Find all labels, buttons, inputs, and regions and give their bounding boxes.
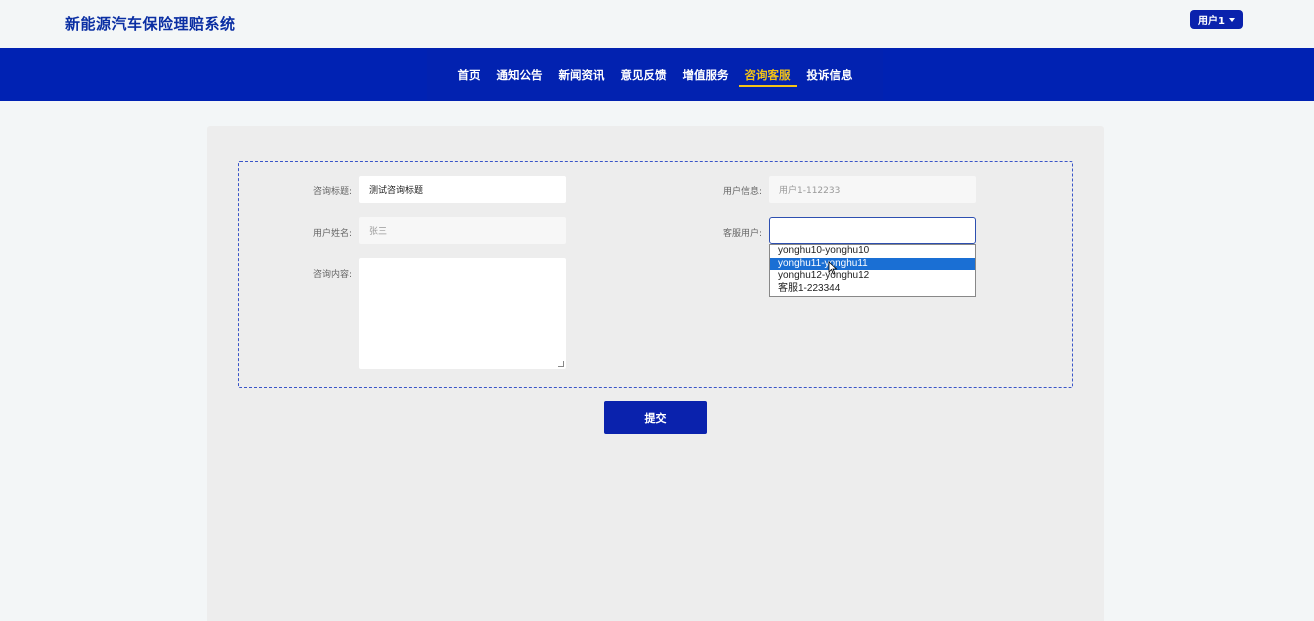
nav-item-news[interactable]: 新闻资讯	[551, 48, 613, 101]
user-info-label: 用户信息:	[722, 187, 762, 197]
resize-handle-icon[interactable]	[558, 361, 564, 367]
user-name-label: 用户姓名:	[312, 229, 352, 239]
submit-button[interactable]: 提交	[604, 401, 707, 434]
mouse-pointer-icon	[828, 261, 838, 275]
nav-menu: 首页 通知公告 新闻资讯 意见反馈 增值服务 咨询客服 投诉信息	[427, 48, 883, 101]
service-user-select[interactable]	[769, 217, 976, 244]
user-name-field[interactable]: 张三	[359, 217, 566, 244]
site-title: 新能源汽车保险理赔系统	[65, 15, 236, 33]
nav-item-complaints[interactable]: 投诉信息	[799, 48, 861, 101]
nav-item-value-added[interactable]: 增值服务	[675, 48, 737, 101]
service-user-label: 客服用户:	[722, 229, 762, 239]
content-textarea[interactable]	[359, 258, 566, 369]
dropdown-option[interactable]: 客服1-223344	[770, 283, 975, 296]
nav-item-notices[interactable]: 通知公告	[489, 48, 551, 101]
dropdown-option-highlighted[interactable]: yonghu11-yonghu11	[770, 257, 975, 270]
nav-item-feedback[interactable]: 意见反馈	[613, 48, 675, 101]
service-user-dropdown: yonghu10-yonghu10 yonghu11-yonghu11 yong…	[769, 244, 976, 297]
dropdown-option[interactable]: yonghu10-yonghu10	[770, 245, 975, 258]
title-label: 咨询标题:	[312, 187, 352, 197]
main-navbar: 首页 通知公告 新闻资讯 意见反馈 增值服务 咨询客服 投诉信息	[0, 48, 1314, 101]
nav-item-consult-service[interactable]: 咨询客服	[737, 48, 799, 101]
title-input[interactable]: 测试咨询标题	[359, 176, 566, 203]
user-info-field[interactable]: 用户1-112233	[769, 176, 976, 203]
caret-down-icon	[1228, 17, 1235, 22]
user-menu-button[interactable]: 用户1	[1190, 10, 1243, 29]
top-header: 新能源汽车保险理赔系统 用户1	[0, 0, 1314, 48]
nav-item-home[interactable]: 首页	[450, 48, 489, 101]
dropdown-option[interactable]: yonghu12-yonghu12	[770, 270, 975, 283]
content-label: 咨询内容:	[312, 270, 352, 280]
user-menu-label: 用户1	[1198, 16, 1225, 27]
